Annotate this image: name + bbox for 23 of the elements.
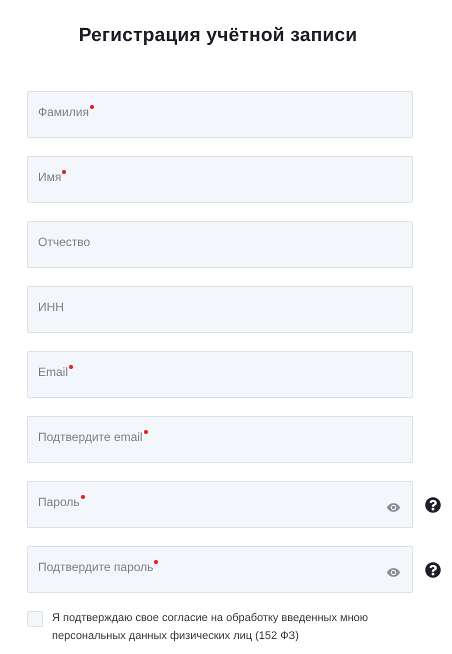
input-field[interactable]: Отчество — [27, 221, 413, 268]
help-icon[interactable] — [425, 496, 441, 512]
input-field[interactable]: Фамилия — [27, 91, 413, 138]
input-field[interactable]: Имя — [27, 156, 413, 203]
help-icon[interactable] — [425, 562, 441, 578]
consent-text: Я подтверждаю свое согласие на обработку введенных мною персональных данных физических лиц (152 ФЗ) — [52, 611, 370, 644]
field-label: Отчество — [38, 234, 90, 250]
field-label: Подтвердите email — [38, 428, 143, 446]
field-label: Пароль — [38, 494, 80, 510]
input-field[interactable]: Пароль — [27, 481, 413, 528]
field-label: Подтвердите пароль — [38, 558, 154, 576]
field-label: Фамилия — [38, 104, 89, 120]
form-title: Регистрация учётной записи — [78, 24, 358, 48]
input-field[interactable]: ИНН — [27, 286, 413, 333]
field-label: Имя — [38, 168, 62, 186]
input-field[interactable]: Подтвердите пароль — [27, 546, 413, 593]
field-label: Email — [38, 364, 68, 380]
eye-icon[interactable] — [387, 568, 400, 577]
input-field[interactable]: Email — [27, 351, 413, 398]
consent-checkbox[interactable] — [27, 611, 43, 627]
eye-icon[interactable] — [387, 503, 400, 512]
field-label: ИНН — [38, 298, 64, 316]
input-field[interactable]: Подтвердите email — [27, 416, 413, 463]
